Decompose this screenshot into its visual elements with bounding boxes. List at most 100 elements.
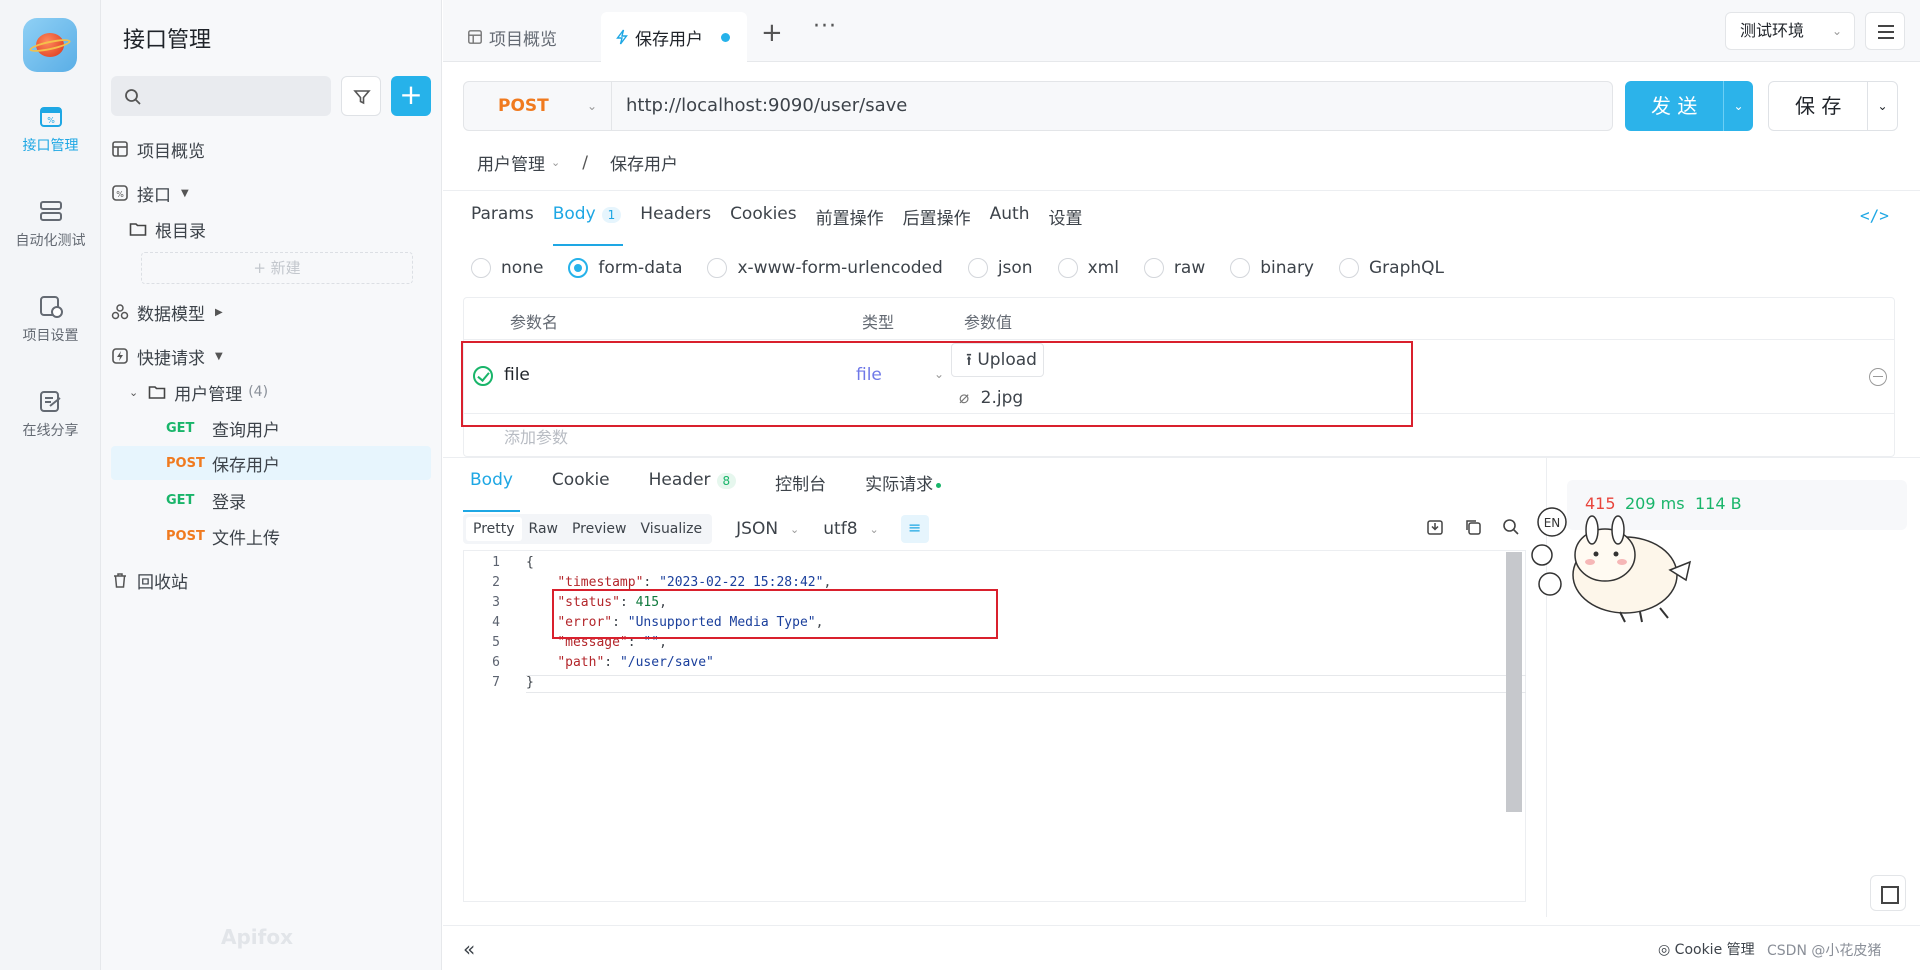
- sidebar-item-root[interactable]: 根目录: [129, 212, 449, 246]
- endpoint-item[interactable]: GET 登录: [166, 483, 431, 517]
- cookie-manager-link[interactable]: ◎ Cookie 管理: [1658, 939, 1755, 959]
- endpoint-item-selected[interactable]: POST 保存用户: [111, 446, 431, 480]
- tab-overview[interactable]: 项目概览: [453, 12, 571, 62]
- radio-xml[interactable]: xml: [1058, 258, 1119, 278]
- radio-none[interactable]: none: [471, 258, 543, 278]
- new-tab-button[interactable]: +: [761, 18, 783, 48]
- menu-button[interactable]: [1865, 12, 1905, 50]
- data-model-icon: [111, 303, 129, 321]
- sheep-mascot-icon: EN: [1530, 500, 1710, 630]
- view-visualize[interactable]: Visualize: [633, 517, 709, 541]
- folder-icon: [129, 220, 147, 238]
- copy-icon[interactable]: [1464, 518, 1482, 536]
- radio-raw[interactable]: raw: [1144, 258, 1205, 278]
- tab-auth[interactable]: Auth: [990, 204, 1030, 234]
- endpoint-name: 查询用户: [212, 416, 280, 441]
- format-select[interactable]: JSON⌄: [736, 519, 799, 539]
- search-input[interactable]: [111, 76, 331, 116]
- sidebar-item-label: 根目录: [155, 217, 206, 242]
- sidebar-item-overview[interactable]: 项目概览: [111, 132, 431, 166]
- highlight-box-param: [461, 341, 1413, 427]
- rail-automation[interactable]: 自动化测试: [0, 200, 101, 250]
- endpoint-item[interactable]: POST 文件上传: [166, 519, 431, 553]
- radio-urlencoded[interactable]: x-www-form-urlencoded: [707, 258, 942, 278]
- search-icon: [124, 88, 142, 106]
- search-icon[interactable]: [1502, 518, 1520, 536]
- more-tabs-button[interactable]: ···: [813, 14, 837, 39]
- view-preview[interactable]: Preview: [565, 517, 634, 541]
- method-badge: POST: [166, 529, 212, 544]
- environment-select[interactable]: 测试环境 ⌄: [1725, 12, 1855, 50]
- layout-toggle-icon[interactable]: [1870, 875, 1906, 911]
- tab-pre-operations[interactable]: 前置操作: [816, 204, 884, 234]
- sidebar-item-apis[interactable]: % 接口 ▼: [111, 176, 431, 210]
- new-button[interactable]: + 新建: [141, 252, 413, 284]
- save-label: 保 存: [1795, 82, 1841, 130]
- view-pretty[interactable]: Pretty: [466, 517, 522, 541]
- radio-form-data[interactable]: form-data: [568, 258, 682, 278]
- cookie-label: Cookie 管理: [1675, 942, 1755, 958]
- csdn-watermark: CSDN @小花皮猪: [1767, 940, 1881, 960]
- tab-label: 实际请求: [865, 475, 933, 495]
- line-number: 7: [464, 675, 500, 690]
- sidebar-item-models[interactable]: 数据模型 ▶: [111, 295, 431, 329]
- send-label: 发 送: [1651, 81, 1697, 131]
- tab-bar: 项目概览 保存用户 + ··· 测试环境 ⌄: [443, 0, 1920, 62]
- environment-value: 测试环境: [1740, 21, 1804, 40]
- rail-api-management[interactable]: % 接口管理: [0, 105, 101, 155]
- tab-cookies[interactable]: Cookies: [730, 204, 797, 234]
- collapse-sidebar-icon[interactable]: «: [463, 937, 475, 961]
- tab-console[interactable]: 控制台: [768, 470, 833, 500]
- tab-headers[interactable]: Headers: [640, 204, 711, 234]
- params-table-header: 参数名 类型 参数值: [464, 298, 1894, 340]
- editor-scrollbar[interactable]: [1506, 552, 1522, 812]
- tab-response-header[interactable]: Header8: [642, 470, 744, 500]
- tab-body[interactable]: Body1: [553, 204, 622, 234]
- tab-response-cookie[interactable]: Cookie: [545, 470, 617, 500]
- sidebar-item-trash[interactable]: 回收站: [111, 563, 431, 597]
- sidebar-item-label: 回收站: [137, 568, 188, 593]
- menu-icon-line: [1878, 37, 1894, 39]
- rail-online-share[interactable]: 在线分享: [0, 390, 101, 440]
- overview-icon: [467, 29, 483, 45]
- add-param-input[interactable]: 添加参数: [504, 424, 568, 448]
- send-button[interactable]: 发 送 ⌄: [1625, 81, 1753, 131]
- chevron-down-icon: ⌄: [1832, 13, 1842, 49]
- radio-json[interactable]: json: [968, 258, 1033, 278]
- tab-settings[interactable]: 设置: [1048, 204, 1082, 234]
- download-icon[interactable]: [1426, 518, 1444, 536]
- filter-button[interactable]: [341, 76, 381, 116]
- tab-actual-request[interactable]: 实际请求: [858, 470, 948, 500]
- share-icon: [38, 390, 64, 414]
- tab-params[interactable]: Params: [471, 204, 534, 234]
- send-dropdown-icon[interactable]: ⌄: [1723, 81, 1753, 131]
- save-dropdown-icon[interactable]: ⌄: [1867, 82, 1897, 130]
- add-button[interactable]: +: [391, 76, 431, 116]
- code-icon[interactable]: </>: [1860, 206, 1889, 225]
- method-select[interactable]: POST ⌄: [464, 82, 612, 130]
- rail-project-settings[interactable]: 项目设置: [0, 295, 101, 345]
- caret-down-icon: ▼: [181, 188, 189, 199]
- tab-response-body[interactable]: Body: [463, 470, 520, 500]
- save-button[interactable]: 保 存 ⌄: [1768, 81, 1898, 131]
- chevron-down-icon: ⌄: [129, 386, 138, 399]
- radio-binary[interactable]: binary: [1230, 258, 1314, 278]
- sidebar-item-user-group[interactable]: ⌄ 用户管理 (4): [129, 375, 449, 409]
- tab-label: 项目概览: [489, 25, 557, 50]
- cookie-icon: ◎: [1658, 942, 1675, 958]
- endpoint-item[interactable]: GET 查询用户: [166, 411, 431, 445]
- line-number: 3: [464, 595, 500, 610]
- sidebar-item-quick-requests[interactable]: 快捷请求 ▼: [111, 339, 431, 373]
- encoding-select[interactable]: utf8⌄: [823, 519, 878, 539]
- method-value: POST: [498, 96, 549, 116]
- view-raw[interactable]: Raw: [522, 517, 565, 541]
- radio-graphql[interactable]: GraphQL: [1339, 258, 1444, 278]
- url-input[interactable]: http://localhost:9090/user/save: [626, 82, 907, 130]
- tab-save-user[interactable]: 保存用户: [601, 12, 747, 62]
- wrap-lines-icon[interactable]: ≡: [901, 515, 929, 543]
- remove-param-icon[interactable]: [1869, 368, 1887, 386]
- tab-post-operations[interactable]: 后置操作: [903, 204, 971, 234]
- code-line: }: [526, 675, 534, 690]
- chevron-down-icon: ⌄: [551, 156, 560, 169]
- breadcrumb-group[interactable]: 用户管理: [477, 150, 545, 175]
